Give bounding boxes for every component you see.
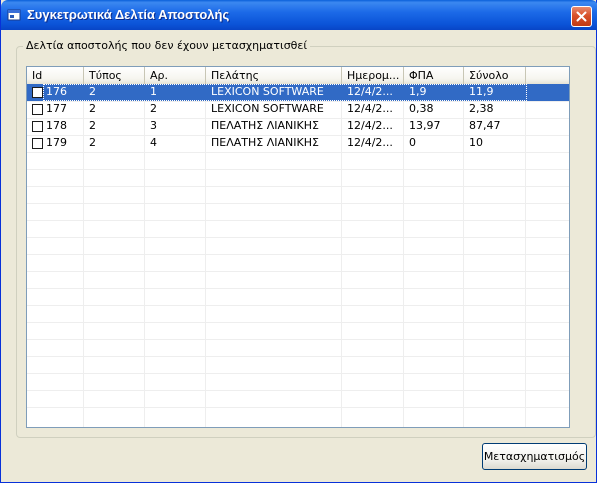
cell-type: 2	[89, 119, 96, 132]
cell-id: 177	[46, 102, 67, 115]
column-header-customer[interactable]: Πελάτης	[206, 67, 342, 84]
close-button[interactable]	[571, 6, 592, 27]
cell-date: 12/4/2...	[347, 136, 393, 149]
cell-date: 12/4/2...	[347, 85, 393, 98]
cell-total: 87,47	[469, 119, 501, 132]
cell-vat: 0	[409, 136, 416, 149]
column-header-filler	[526, 67, 569, 84]
cell-total: 11,9	[469, 85, 494, 98]
cell-id: 179	[46, 136, 67, 149]
app-icon	[7, 9, 21, 21]
cell-date: 12/4/2...	[347, 102, 393, 115]
groupbox-legend: Δελτία αποστολής που δεν έχουν μετασχημα…	[23, 39, 311, 52]
column-header-number[interactable]: Αρ.	[145, 67, 206, 84]
grid-line	[27, 373, 569, 374]
cell-id: 176	[46, 85, 67, 98]
cell-customer: LEXICON SOFTWARE	[211, 102, 324, 115]
column-header-total[interactable]: Σύνολο	[464, 67, 526, 84]
cell-vat: 0,38	[409, 102, 434, 115]
list-header: Id Τύπος Αρ. Πελάτης Ημερομ... ΦΠΑ Σύνολ…	[27, 67, 569, 85]
grid-line	[27, 339, 569, 340]
grid-line	[27, 254, 569, 255]
column-header-type[interactable]: Τύπος	[84, 67, 145, 84]
grid-line	[27, 203, 569, 204]
cell-customer: ΠΕΛΑΤΗΣ ΛΙΑΝΙΚΗΣ	[211, 119, 319, 132]
column-header-date[interactable]: Ημερομ...	[342, 67, 404, 84]
grid-line	[27, 305, 569, 306]
grid-line	[27, 220, 569, 221]
table-row[interactable]: 176 2 1 LEXICON SOFTWARE 12/4/2... 1,9 1…	[27, 84, 569, 101]
cell-type: 2	[89, 85, 96, 98]
column-header-id[interactable]: Id	[27, 67, 84, 84]
cell-number: 3	[150, 119, 157, 132]
cell-number: 4	[150, 136, 157, 149]
column-header-vat[interactable]: ΦΠΑ	[404, 67, 464, 84]
cell-total: 10	[469, 136, 483, 149]
delivery-notes-list[interactable]: Id Τύπος Αρ. Πελάτης Ημερομ... ΦΠΑ Σύνολ…	[26, 66, 570, 428]
cell-customer: ΠΕΛΑΤΗΣ ΛΙΑΝΙΚΗΣ	[211, 136, 319, 149]
grid-line	[27, 407, 569, 408]
row-checkbox[interactable]	[32, 138, 43, 149]
grid-line	[27, 152, 569, 153]
grid-line	[27, 237, 569, 238]
title-bar[interactable]: Συγκετρωτικά Δελτία Αποστολής	[1, 0, 597, 30]
cell-type: 2	[89, 136, 96, 149]
grid-line	[27, 356, 569, 357]
row-checkbox[interactable]	[32, 104, 43, 115]
cell-id: 178	[46, 119, 67, 132]
transform-button[interactable]: Μετασχηματισμός	[482, 443, 587, 470]
grid-line	[27, 288, 569, 289]
cell-vat: 13,97	[409, 119, 441, 132]
grid-line	[27, 271, 569, 272]
cell-vat: 1,9	[409, 85, 427, 98]
cell-date: 12/4/2...	[347, 119, 393, 132]
cell-total: 2,38	[469, 102, 494, 115]
window-title: Συγκετρωτικά Δελτία Αποστολής	[27, 7, 230, 22]
row-checkbox[interactable]	[32, 121, 43, 132]
table-row[interactable]: 177 2 2 LEXICON SOFTWARE 12/4/2... 0,38 …	[27, 101, 569, 118]
cell-number: 2	[150, 102, 157, 115]
grid-line	[27, 169, 569, 170]
grid-line	[27, 390, 569, 391]
dialog-window: Συγκετρωτικά Δελτία Αποστολής Δελτία απο…	[0, 0, 597, 483]
table-row[interactable]: 179 2 4 ΠΕΛΑΤΗΣ ΛΙΑΝΙΚΗΣ 12/4/2... 0 10	[27, 135, 569, 152]
cell-type: 2	[89, 102, 96, 115]
table-row[interactable]: 178 2 3 ΠΕΛΑΤΗΣ ΛΙΑΝΙΚΗΣ 12/4/2... 13,97…	[27, 118, 569, 135]
row-checkbox[interactable]	[32, 87, 43, 98]
grid-line	[27, 186, 569, 187]
cell-number: 1	[150, 85, 157, 98]
close-icon	[576, 11, 587, 22]
grid-line	[27, 322, 569, 323]
cell-customer: LEXICON SOFTWARE	[211, 85, 324, 98]
